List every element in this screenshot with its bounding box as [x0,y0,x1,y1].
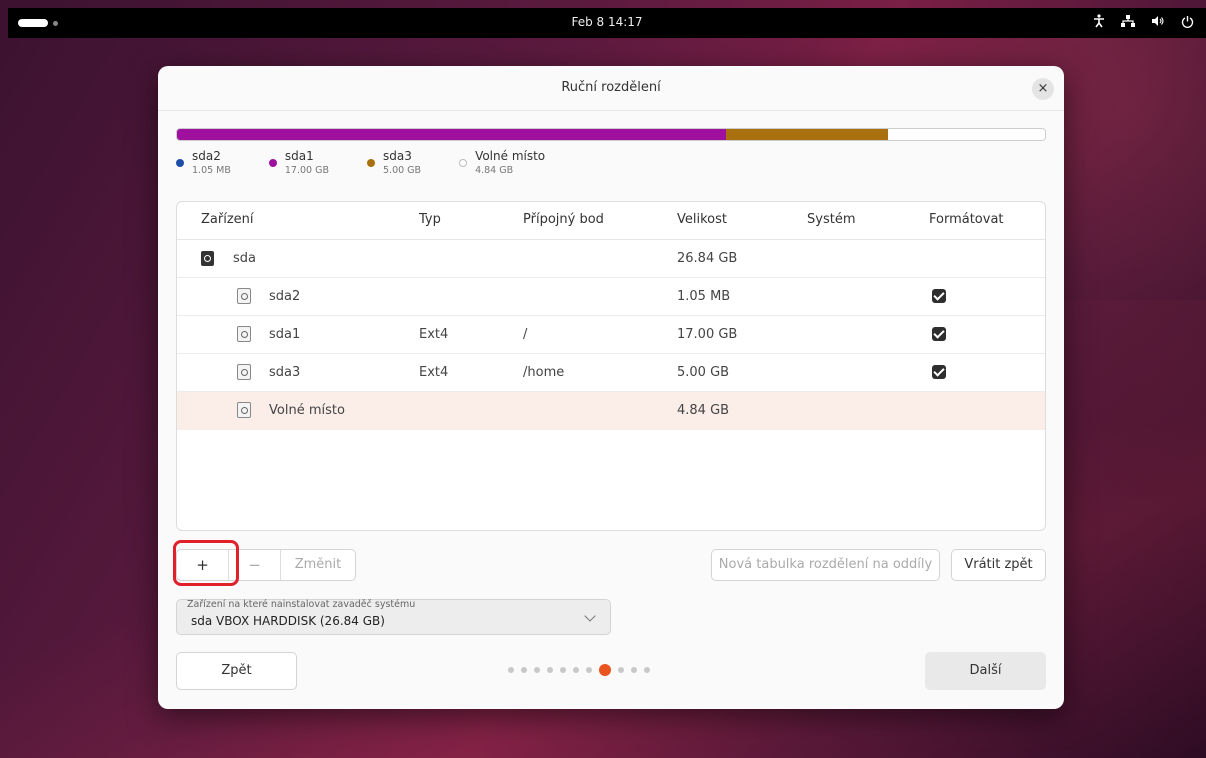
step-dot [534,667,540,673]
new-partition-table-button[interactable]: Nová tabulka rozdělení na oddíly [711,549,940,581]
cell-device: sda1 [269,327,301,342]
column-header-size[interactable]: Velikost [677,212,727,227]
partition-icon [237,288,251,304]
column-header-mount[interactable]: Přípojný bod [523,212,604,227]
step-dot [631,667,637,673]
next-button[interactable]: Další [925,652,1046,690]
step-dot-current [599,664,611,676]
partition-table: Zařízení Typ Přípojný bod Velikost Systé… [176,201,1046,531]
cell-size: 17.00 GB [677,327,738,342]
legend-name: sda1 [284,149,314,163]
legend-item: Volné místo 4.84 GB [459,149,545,177]
column-header-device[interactable]: Zařízení [201,212,254,227]
disk-usage-bar [176,128,1046,141]
step-dot [586,667,592,673]
cell-size: 1.05 MB [677,289,731,304]
manual-partitioning-dialog: Ruční rozdělení × sda2 1.05 MB sda1 17.00 G… [158,66,1064,709]
back-button[interactable]: Zpět [176,652,297,690]
legend-color-dot [268,159,277,167]
table-row[interactable]: sda2 1.05 MB [177,278,1045,316]
system-tray[interactable] [1093,14,1194,32]
column-header-format[interactable]: Formátovat [929,212,1004,227]
bootloader-device-select[interactable]: Zařízení na které nainstalovat zavaděč s… [176,599,611,635]
top-bar: Feb 8 14:17 [8,8,1206,38]
legend-color-dot [176,159,184,167]
table-row[interactable]: Volné místo 4.84 GB [177,392,1045,430]
step-dot [508,667,514,673]
cell-size: 4.84 GB [677,403,730,418]
power-icon[interactable] [1181,15,1194,32]
legend-name: Volné místo [475,149,546,163]
legend-name: sda3 [383,149,412,163]
partition-icon [237,326,251,342]
partition-icon [237,364,251,380]
disk-icon [201,251,214,266]
cell-mount: /home [523,365,565,380]
cell-mount: / [523,327,528,342]
table-row[interactable]: sda1 Ext4 / 17.00 GB [177,316,1045,354]
network-icon[interactable] [1121,15,1135,31]
table-row[interactable]: sda3 Ext4/home 5.00 GB [177,354,1045,392]
partition-icon [237,402,251,418]
table-body: sda 26.84 GB sda2 1.05 MB sda1 Ext4/17.00 GB s… [177,240,1045,430]
cell-size: 5.00 GB [677,365,730,380]
format-checkbox[interactable] [932,289,946,303]
column-header-type[interactable]: Typ [419,212,441,227]
cell-device: sda2 [269,289,301,304]
table-header: Zařízení Typ Přípojný bod Velikost Systé… [177,202,1045,240]
table-row[interactable]: sda 26.84 GB [177,240,1045,278]
cell-device: sda3 [269,365,301,380]
legend-item: sda3 5.00 GB [367,149,421,177]
cell-type: Ext4 [419,365,449,380]
step-dot [644,667,650,673]
legend-size: 1.05 MB [192,165,231,176]
cell-device: Volné místo [269,403,345,418]
usage-segment [726,129,888,140]
usage-segment [887,129,1045,140]
bootloader-label: Zařízení na které nainstalovat zavaděč s… [187,599,416,610]
step-dot [521,667,527,673]
legend-item: sda2 1.05 MB [176,149,231,177]
step-dot [618,667,624,673]
step-dot [560,667,566,673]
usage-segment [177,129,727,140]
clock[interactable]: Feb 8 14:17 [8,15,1206,29]
chevron-down-icon [584,610,596,622]
cell-type: Ext4 [419,327,449,342]
step-indicator [508,664,650,676]
cell-size: 26.84 GB [677,251,738,266]
highlight-annotation [173,540,239,586]
legend-size: 5.00 GB [383,165,422,176]
title-divider [158,110,1064,111]
disk-usage-legend: sda2 1.05 MB sda1 17.00 GB sda3 5.00 GB Volné … [176,149,583,177]
format-checkbox[interactable] [932,365,946,379]
legend-size: 17.00 GB [284,165,329,176]
close-button[interactable]: × [1032,78,1054,100]
step-dot [573,667,579,673]
legend-size: 4.84 GB [475,165,514,176]
step-dot [547,667,553,673]
dialog-title: Ruční rozdělení [561,80,661,95]
legend-color-dot [459,159,468,167]
format-checkbox[interactable] [932,327,946,341]
column-header-system[interactable]: Systém [807,212,855,227]
volume-icon[interactable] [1151,15,1165,31]
cell-device: sda [233,251,256,266]
change-partition-button[interactable]: Změnit [281,550,355,580]
accessibility-icon[interactable] [1093,14,1105,32]
revert-button[interactable]: Vrátit zpět [951,549,1046,581]
legend-name: sda2 [192,149,221,163]
bootloader-value: sda VBOX HARDDISK (26.84 GB) [191,614,385,628]
legend-item: sda1 17.00 GB [268,149,329,177]
legend-color-dot [367,159,375,167]
